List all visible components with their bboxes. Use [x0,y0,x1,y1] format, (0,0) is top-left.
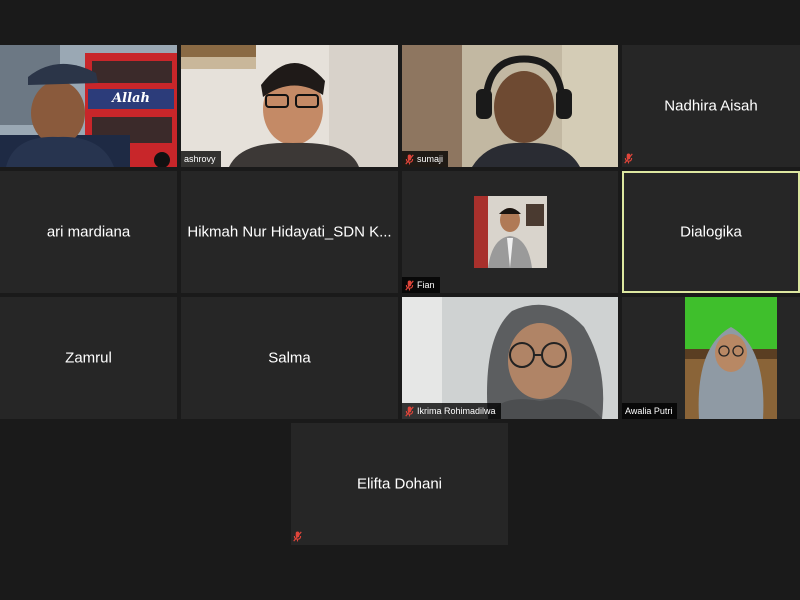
participant-name: Hikmah Nur Hidayati_SDN K... [187,223,392,241]
participant-video [685,297,777,419]
participant-name: Awalia Putri [625,406,673,416]
participant-tile-10[interactable]: Salma [181,297,398,419]
participant-tile-4[interactable]: Nadhira Aisah [622,45,800,167]
participant-name-tag: sumaji [402,151,449,167]
participant-tile-8[interactable]: Dialogika [622,171,800,293]
participant-tile-13[interactable]: Elifta Dohani [291,423,508,545]
participant-name-tag: Ikrima Rohimadilwa [402,403,501,419]
participant-name: Salma [268,349,311,367]
participant-tile-2[interactable]: ashrovy [181,45,398,167]
mic-muted-icon [624,153,633,164]
participant-name: Dialogika [680,223,742,241]
participant-name: Zamrul [65,349,112,367]
mic-muted-icon [293,531,302,542]
mic-muted-icon [405,406,414,417]
participant-tile-9[interactable]: Zamrul [0,297,177,419]
participant-tile-5[interactable]: ari mardiana [0,171,177,293]
participant-avatar [474,196,547,268]
participant-name-tag: Fian [402,277,440,293]
participant-tile-11[interactable]: Ikrima Rohimadilwa [402,297,618,419]
participant-video [402,45,618,167]
participant-name: ashrovy [184,154,216,164]
participant-tile-6[interactable]: Hikmah Nur Hidayati_SDN K... [181,171,398,293]
mic-muted-icon [405,154,414,165]
participant-name: Ikrima Rohimadilwa [417,406,496,416]
participant-name: Nadhira Aisah [664,97,758,115]
participant-name-tag: ashrovy [181,151,221,167]
bus-sign-text: Allah [112,91,150,106]
participant-video [402,297,618,419]
participant-tile-12[interactable]: Awalia Putri [622,297,800,419]
participant-name: ari mardiana [46,223,131,241]
participant-name: sumaji [417,154,444,164]
mic-muted-icon [405,280,414,291]
participant-name-tag: Awalia Putri [622,403,678,419]
participant-tile-3[interactable]: sumaji [402,45,618,167]
participant-tile-7[interactable]: Fian [402,171,618,293]
participant-name: Fian [417,280,435,290]
participant-video [181,45,398,167]
participant-name: Elifta Dohani [356,475,443,493]
participant-tile-1[interactable]: Allah [0,45,177,167]
